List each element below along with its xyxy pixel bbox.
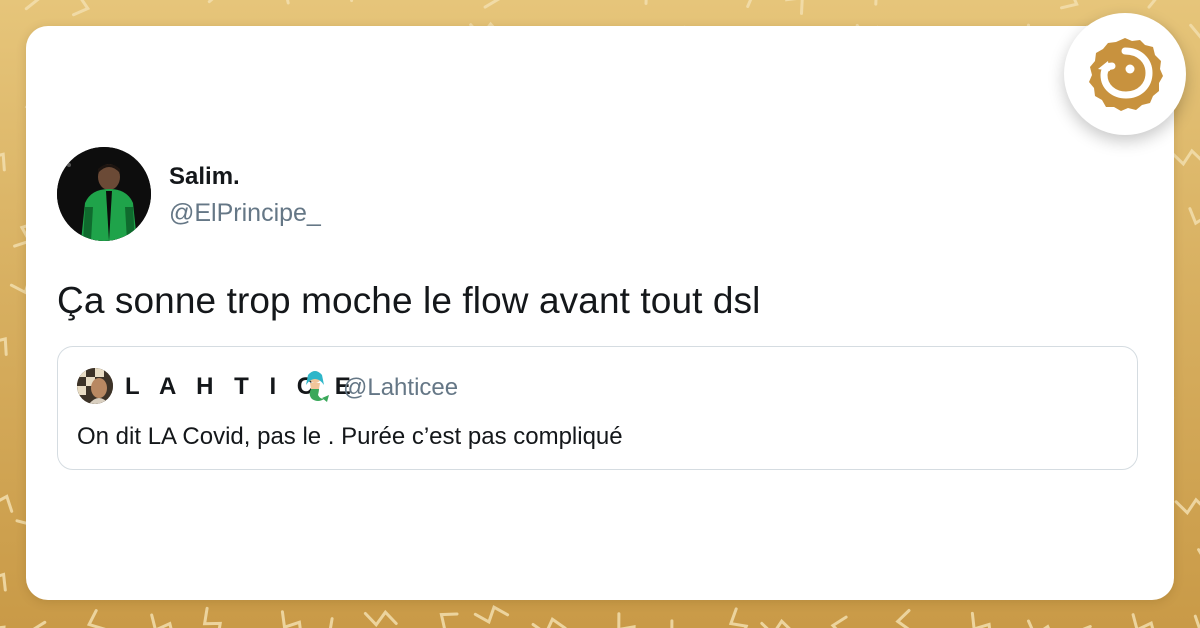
zigzag-mark [617,612,636,628]
tweet-card: Salim. @ElPrincipe_ Ça sonne trop moche … [26,26,1174,600]
zigzag-mark [72,0,91,17]
zigzag-mark [1060,0,1079,10]
zigzag-mark [531,617,567,628]
zigzag-mark [473,605,510,625]
tweet-text: Ça sonne trop moche le flow avant tout d… [57,280,761,321]
zigzag-mark [150,613,173,628]
quoted-author-handle[interactable]: @Lahticee [343,374,458,402]
zigzag-mark [1147,0,1157,9]
zigzag-mark [24,0,40,11]
zigzag-mark [1174,497,1200,516]
zigzag-mark [1193,614,1200,628]
zigzag-mark [644,0,648,5]
zigzag-mark [0,572,7,592]
zigzag-mark [32,620,47,628]
zigzag-mark [202,606,222,628]
zigzag-mark [0,494,14,513]
zigzag-mark [1188,207,1200,226]
mermaid-emoji-icon [298,369,332,403]
zigzag-mark [86,609,106,628]
zigzag-mark [349,0,354,3]
author-handle[interactable]: @ElPrincipe_ [169,199,321,228]
brand-logo-badge[interactable] [1064,13,1186,135]
zigzag-mark [286,0,290,5]
zigzag-mark [207,0,214,4]
zigzag-mark [483,0,501,9]
zigzag-mark [363,609,398,628]
zigzag-mark [970,611,992,628]
zigzag-mark [1189,23,1200,39]
zigzag-mark [895,609,911,628]
chick-logo-icon [1089,38,1163,111]
zigzag-mark [670,619,674,628]
author-name[interactable]: Salim. [169,163,240,191]
zigzag-mark [830,615,848,628]
zigzag-mark [0,337,8,356]
zigzag-mark [328,617,334,628]
zigzag-mark [874,0,878,6]
zigzag-mark [760,618,791,628]
zigzag-mark [1131,613,1155,628]
zigzag-mark [785,0,804,15]
zigzag-mark [1027,619,1050,628]
zigzag-mark [0,625,6,628]
author-avatar[interactable] [57,147,151,241]
zigzag-mark [728,607,749,628]
zigzag-mark [746,0,753,8]
zigzag-mark [0,152,6,172]
quoted-author-avatar[interactable] [77,368,113,404]
quoted-tweet-text: On dit LA Covid, pas le . Purée c’est pa… [77,423,623,450]
zigzag-mark [439,612,459,628]
zigzag-mark [1170,148,1200,167]
quoted-tweet[interactable]: L A H T I C E @Lahticee On dit LA Covid,… [57,346,1138,470]
zigzag-mark [280,610,302,628]
